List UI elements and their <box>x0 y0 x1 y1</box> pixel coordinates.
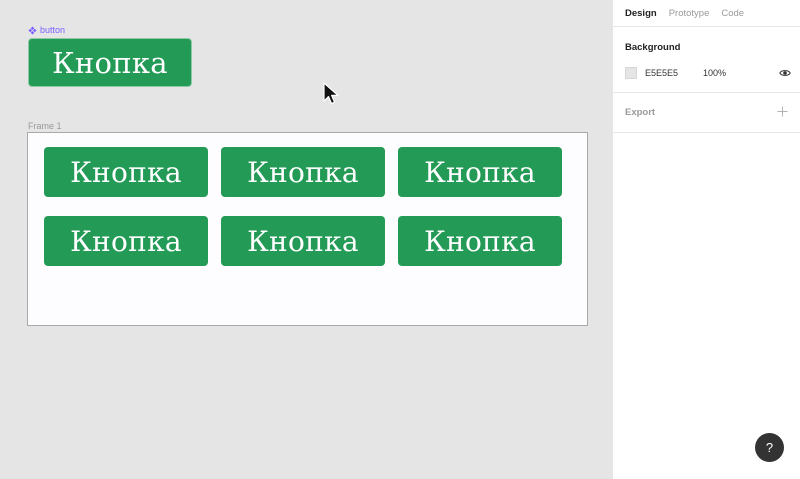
canvas[interactable]: button Кнопка Frame 1 Кнопка Кнопка Кноп… <box>0 0 612 479</box>
button-instance[interactable]: Кнопка <box>398 216 562 266</box>
frame[interactable]: Кнопка Кнопка Кнопка Кнопка Кнопка Кнопк… <box>27 132 588 326</box>
plus-icon[interactable] <box>777 106 788 117</box>
background-section: Background E5E5E5 100% <box>613 27 800 93</box>
tab-design[interactable]: Design <box>625 8 657 19</box>
button-instance[interactable]: Кнопка <box>44 216 208 266</box>
tab-prototype[interactable]: Prototype <box>669 8 710 19</box>
hex-value[interactable]: E5E5E5 <box>645 68 703 78</box>
component-icon <box>28 25 37 35</box>
button-instance[interactable]: Кнопка <box>221 147 385 197</box>
eye-icon[interactable] <box>779 68 791 78</box>
button-instance[interactable]: Кнопка <box>221 216 385 266</box>
panel-tabs: Design Prototype Code <box>613 0 800 27</box>
frame-label[interactable]: Frame 1 <box>28 121 62 131</box>
arrow-cursor-icon <box>323 82 341 106</box>
component-button[interactable]: Кнопка <box>28 38 192 87</box>
color-swatch[interactable] <box>625 67 637 79</box>
background-row: E5E5E5 100% <box>625 66 791 80</box>
export-section: Export <box>613 93 800 133</box>
help-button[interactable]: ? <box>755 433 784 462</box>
properties-panel: Design Prototype Code Background E5E5E5 … <box>612 0 800 479</box>
component-label[interactable]: button <box>28 25 65 35</box>
button-instance[interactable]: Кнопка <box>44 147 208 197</box>
component-name: button <box>40 25 66 35</box>
tab-code[interactable]: Code <box>721 8 744 19</box>
background-title: Background <box>625 42 681 53</box>
button-grid: Кнопка Кнопка Кнопка Кнопка Кнопка Кнопк… <box>44 147 562 266</box>
opacity-value[interactable]: 100% <box>703 68 779 78</box>
export-title: Export <box>625 107 656 118</box>
button-instance[interactable]: Кнопка <box>398 147 562 197</box>
